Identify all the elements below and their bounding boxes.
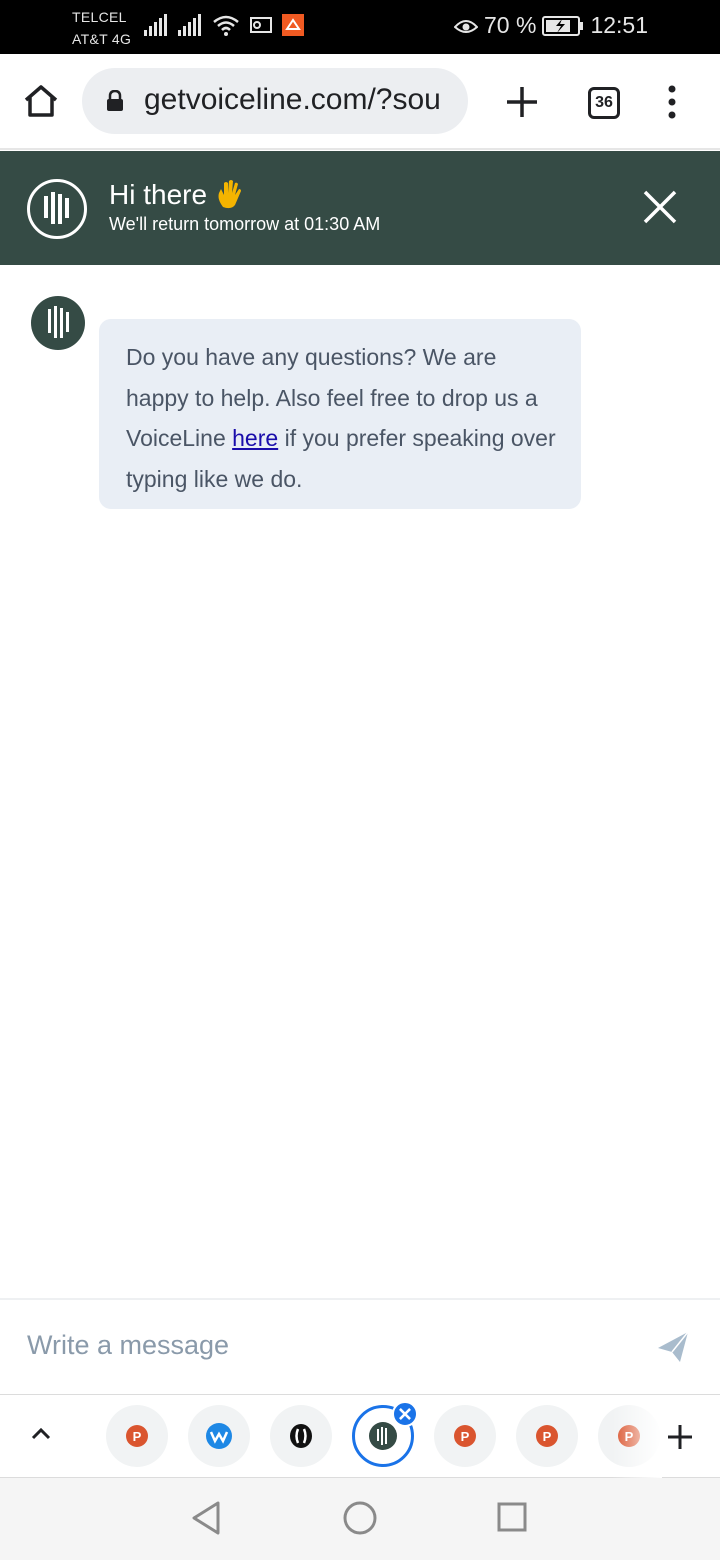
clock-time: 12:51	[590, 12, 648, 38]
battery-percent: 70 %	[484, 12, 537, 38]
browser-toolbar: getvoiceline.com/?sou 36	[0, 54, 720, 150]
app-notification-icon	[282, 14, 304, 36]
agent-avatar	[31, 296, 85, 350]
signal-icon	[144, 14, 167, 36]
address-bar[interactable]: getvoiceline.com/?sou	[82, 68, 468, 134]
tab-item[interactable]: P	[434, 1405, 496, 1467]
voiceline-icon	[48, 306, 69, 338]
status-icons-left	[144, 14, 304, 36]
chat-header-subtitle: We'll return tomorrow at 01:30 AM	[109, 214, 381, 234]
battery-charging-icon	[542, 15, 584, 36]
w-logo-icon	[206, 1423, 232, 1449]
producthunt-icon: P	[536, 1425, 558, 1447]
svg-text:P: P	[461, 1429, 470, 1444]
message-composer[interactable]: Write a message	[0, 1298, 720, 1394]
signal-icon	[178, 14, 201, 36]
system-nav-bar	[0, 1478, 720, 1560]
producthunt-icon: P	[454, 1425, 476, 1447]
new-tab-icon[interactable]	[504, 84, 540, 120]
tab-strip-fade	[612, 1395, 662, 1479]
outlook-icon	[250, 17, 272, 33]
url-text[interactable]: getvoiceline.com/?sou	[144, 83, 458, 117]
chevron-up-icon[interactable]	[30, 1425, 52, 1441]
wifi-icon	[213, 15, 239, 36]
close-tab-icon[interactable]	[392, 1401, 418, 1427]
chat-header-title: Hi there	[109, 179, 245, 211]
back-icon[interactable]	[190, 1500, 222, 1536]
voiceline-here-link[interactable]: here	[232, 425, 278, 451]
add-tab-icon[interactable]	[666, 1423, 694, 1451]
tab-item[interactable]	[270, 1405, 332, 1467]
eye-comfort-icon	[454, 19, 478, 33]
voiceline-icon	[44, 192, 69, 224]
svg-text:P: P	[543, 1429, 552, 1444]
close-icon[interactable]	[642, 189, 678, 225]
tab-item[interactable]: P	[106, 1405, 168, 1467]
voiceline-logo	[27, 179, 87, 239]
chat-header: Hi there We'll return tomorrow at 01:30 …	[0, 151, 720, 265]
carrier-name-1: TELCEL	[72, 9, 127, 25]
tab-strip: P P P	[0, 1394, 720, 1479]
recent-apps-icon[interactable]	[497, 1502, 527, 1532]
voiceline-icon	[369, 1422, 397, 1450]
svg-text:P: P	[133, 1429, 142, 1444]
greeting-text: Hi there	[109, 179, 208, 210]
waving-hand-icon	[218, 180, 242, 209]
tab-item[interactable]	[188, 1405, 250, 1467]
home-circle-icon[interactable]	[343, 1501, 377, 1535]
overflow-menu-icon[interactable]	[664, 84, 680, 120]
home-icon[interactable]	[22, 82, 60, 120]
carrier-name-2: AT&T 4G	[72, 31, 132, 47]
producthunt-icon: P	[126, 1425, 148, 1447]
speaker-logo-icon	[290, 1424, 312, 1448]
send-icon[interactable]	[656, 1330, 690, 1364]
status-icons-right: 70 % 12:51	[454, 12, 648, 39]
message-input[interactable]: Write a message	[27, 1330, 229, 1361]
tab-item[interactable]: P	[516, 1405, 578, 1467]
status-bar: TELCEL AT&T 4G 70 % 12:51	[0, 0, 720, 54]
tab-switcher-button[interactable]: 36	[588, 87, 620, 119]
chat-message-bubble: Do you have any questions? We are happy …	[99, 319, 581, 509]
lock-icon	[107, 90, 123, 111]
